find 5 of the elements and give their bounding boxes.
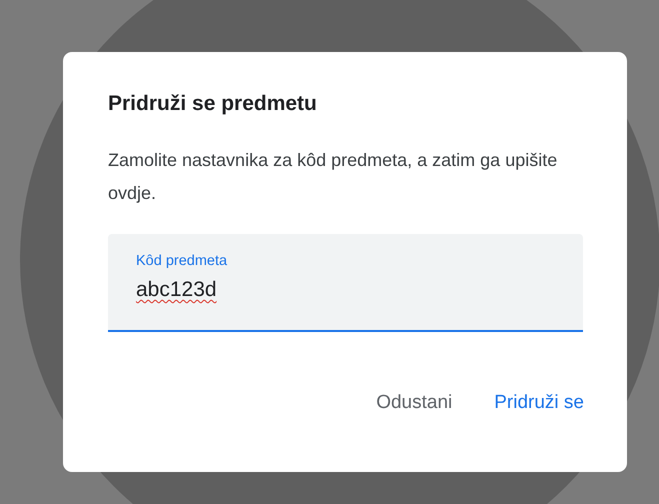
course-code-field[interactable]: Kôd predmeta abc123d bbox=[108, 234, 583, 332]
cancel-button[interactable]: Odustani bbox=[362, 384, 466, 422]
join-button[interactable]: Pridruži se bbox=[480, 384, 598, 422]
dialog-message: Zamolite nastavnika za kôd predmeta, a zatim ga upišite ovdje. bbox=[108, 149, 558, 205]
dialog-title: Pridruži se predmetu bbox=[108, 91, 318, 117]
